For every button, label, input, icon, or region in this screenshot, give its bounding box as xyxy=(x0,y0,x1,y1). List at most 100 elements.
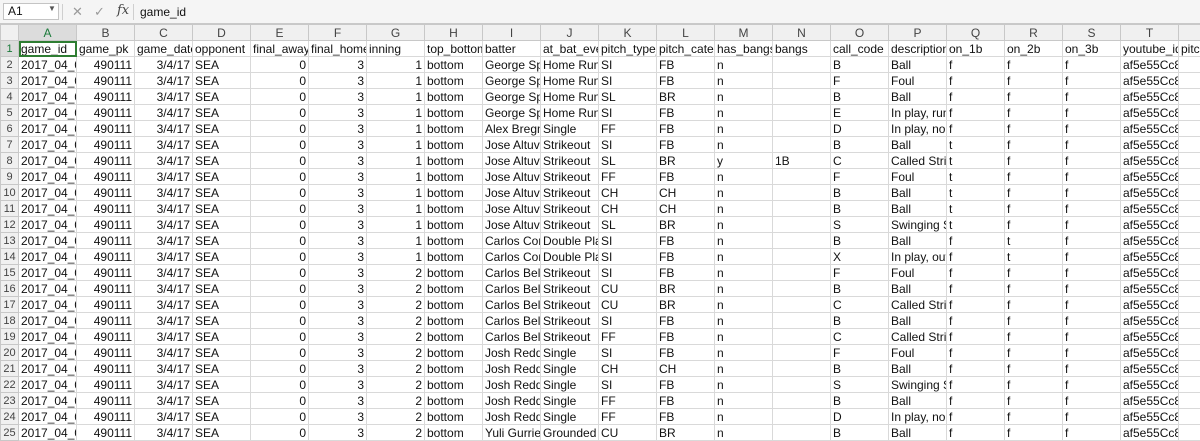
cell[interactable]: Jose Altuve xyxy=(483,153,541,169)
cell[interactable] xyxy=(773,249,831,265)
cell[interactable]: t xyxy=(1005,233,1063,249)
cell[interactable] xyxy=(1179,105,1200,121)
cell[interactable]: n xyxy=(715,89,773,105)
cell[interactable]: f xyxy=(1005,361,1063,377)
cell[interactable] xyxy=(773,57,831,73)
cell[interactable]: 2 xyxy=(367,409,425,425)
cell[interactable]: Called Strike xyxy=(889,329,947,345)
column-header[interactable]: L xyxy=(657,25,715,41)
cell[interactable]: 3 xyxy=(309,329,367,345)
cell[interactable]: 1 xyxy=(367,105,425,121)
column-header[interactable]: R xyxy=(1005,25,1063,41)
cell[interactable]: Home Run xyxy=(541,105,599,121)
cell[interactable]: 0 xyxy=(251,233,309,249)
column-header[interactable]: B xyxy=(77,25,135,41)
cell[interactable]: 0 xyxy=(251,377,309,393)
cell[interactable]: f xyxy=(1005,265,1063,281)
cell[interactable]: SEA xyxy=(193,297,251,313)
cell[interactable]: CH xyxy=(657,361,715,377)
cell[interactable]: Carlos Beltran xyxy=(483,313,541,329)
cell[interactable]: n xyxy=(715,425,773,441)
cell[interactable]: CU xyxy=(599,297,657,313)
cell[interactable]: 2017_04_03_ xyxy=(19,265,77,281)
cell[interactable]: y xyxy=(715,153,773,169)
cell[interactable]: f xyxy=(1005,105,1063,121)
cell[interactable]: n xyxy=(715,393,773,409)
cell[interactable]: 2017_04_03_ xyxy=(19,329,77,345)
cell[interactable]: 3 xyxy=(309,217,367,233)
cell[interactable]: SI xyxy=(599,377,657,393)
cell[interactable]: top_bottom xyxy=(425,41,483,57)
cell[interactable]: Jose Altuve xyxy=(483,169,541,185)
cell[interactable]: af5e55Cc8ZA xyxy=(1121,57,1179,73)
cell[interactable]: Strikeout xyxy=(541,265,599,281)
cell[interactable]: f xyxy=(1063,313,1121,329)
cell[interactable]: B xyxy=(831,281,889,297)
cell[interactable]: n xyxy=(715,377,773,393)
row-header[interactable]: 13 xyxy=(1,233,19,249)
cell[interactable]: 2017_04_03_ xyxy=(19,313,77,329)
cell[interactable]: 2017_04_03_ xyxy=(19,249,77,265)
cell[interactable]: SI xyxy=(599,137,657,153)
cell[interactable]: Ball xyxy=(889,425,947,441)
cell[interactable]: f xyxy=(1063,121,1121,137)
cell[interactable]: FB xyxy=(657,265,715,281)
cell[interactable]: SEA xyxy=(193,185,251,201)
cell[interactable]: 2017_04_03_ xyxy=(19,89,77,105)
cell[interactable]: SEA xyxy=(193,249,251,265)
cell[interactable]: f xyxy=(1063,89,1121,105)
cell[interactable]: 2017_04_03_ xyxy=(19,201,77,217)
cell[interactable]: D xyxy=(831,409,889,425)
cell[interactable]: 1 xyxy=(367,57,425,73)
enter-icon[interactable]: ✓ xyxy=(94,4,105,20)
cell[interactable]: f xyxy=(1005,425,1063,441)
cell[interactable] xyxy=(773,425,831,441)
cell[interactable] xyxy=(773,185,831,201)
cell[interactable]: Strikeout xyxy=(541,201,599,217)
cell[interactable]: 0 xyxy=(251,201,309,217)
cell[interactable]: FB xyxy=(657,169,715,185)
cell[interactable]: bottom xyxy=(425,361,483,377)
cell[interactable]: SEA xyxy=(193,233,251,249)
cell[interactable]: 3 xyxy=(309,425,367,441)
cell[interactable]: af5e55Cc8ZA xyxy=(1121,409,1179,425)
cell[interactable]: f xyxy=(1005,313,1063,329)
cell[interactable]: F xyxy=(831,345,889,361)
cell[interactable] xyxy=(773,217,831,233)
cell[interactable]: Ball xyxy=(889,313,947,329)
cell[interactable]: FB xyxy=(657,105,715,121)
cell[interactable]: Strikeout xyxy=(541,297,599,313)
cell[interactable]: f xyxy=(1063,153,1121,169)
cell[interactable]: 490111 xyxy=(77,105,135,121)
cell[interactable]: 2017_04_03_ xyxy=(19,361,77,377)
cell[interactable]: FB xyxy=(657,233,715,249)
cell[interactable]: 2017_04_03_ xyxy=(19,297,77,313)
cell[interactable]: 1 xyxy=(367,169,425,185)
cell[interactable]: Strikeout xyxy=(541,137,599,153)
cell[interactable]: 3/4/17 xyxy=(135,233,193,249)
cell[interactable]: af5e55Cc8ZA xyxy=(1121,265,1179,281)
column-header[interactable]: A xyxy=(19,25,77,41)
cell[interactable]: 3/4/17 xyxy=(135,89,193,105)
cell[interactable]: 3 xyxy=(309,153,367,169)
cell[interactable]: 3 xyxy=(309,169,367,185)
cell[interactable]: n xyxy=(715,185,773,201)
cell[interactable]: f xyxy=(1063,377,1121,393)
cell[interactable]: SI xyxy=(599,233,657,249)
cell[interactable]: Home Run xyxy=(541,89,599,105)
cell[interactable]: BR xyxy=(657,425,715,441)
cell[interactable] xyxy=(1179,201,1200,217)
row-header[interactable]: 17 xyxy=(1,297,19,313)
cell[interactable]: Ball xyxy=(889,201,947,217)
cell[interactable]: BR xyxy=(657,281,715,297)
cell[interactable]: n xyxy=(715,281,773,297)
cell[interactable]: af5e55Cc8ZA xyxy=(1121,153,1179,169)
cell[interactable]: 2 xyxy=(367,281,425,297)
cell[interactable]: bottom xyxy=(425,409,483,425)
cell[interactable]: f xyxy=(947,425,1005,441)
cell[interactable]: f xyxy=(1063,137,1121,153)
cell[interactable]: pitc xyxy=(1179,41,1200,57)
cell[interactable]: 1 xyxy=(367,121,425,137)
cell[interactable]: game_id xyxy=(19,41,77,57)
cell[interactable]: Single xyxy=(541,361,599,377)
